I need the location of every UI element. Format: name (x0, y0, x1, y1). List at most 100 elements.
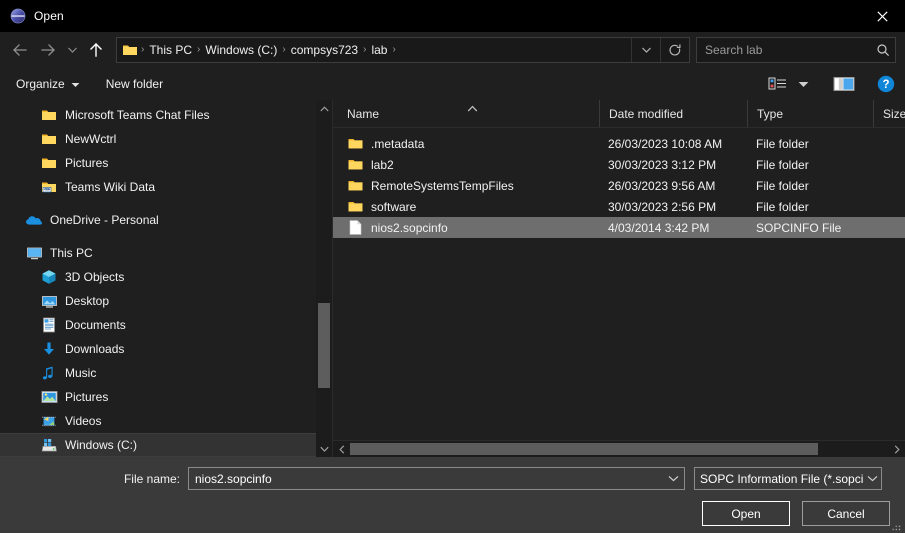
address-history-dropdown[interactable] (631, 38, 660, 62)
table-row-selected[interactable]: nios2.sopcinfo 4/03/2014 3:42 PM SOPCINF… (333, 217, 905, 238)
this-pc-monitor-icon (25, 244, 43, 262)
file-name-cell: .metadata (333, 136, 599, 152)
scroll-right-arrow[interactable] (888, 441, 905, 457)
sidebar-item-label: Windows (C:) (65, 438, 138, 452)
file-type-cell: File folder (756, 199, 809, 214)
table-row[interactable]: lab2 30/03/2023 3:12 PM File folder (333, 154, 905, 175)
new-folder-label: New folder (105, 77, 164, 91)
column-header-size[interactable]: Size (873, 100, 905, 127)
folder-icon (40, 130, 58, 148)
breadcrumb-separator: › (392, 44, 396, 55)
column-label: Size (883, 106, 905, 121)
sidebar-item-music[interactable]: Music (0, 361, 332, 385)
column-header-type[interactable]: Type (747, 100, 873, 127)
sidebar-item-label: Documents (65, 318, 126, 332)
recent-locations-button[interactable] (62, 35, 82, 65)
file-name-row: File name: nios2.sopcinfo SOPC Informati… (0, 467, 905, 490)
scroll-left-arrow[interactable] (333, 441, 350, 457)
breadcrumb-item-compsys723[interactable]: compsys723 (287, 41, 362, 59)
change-view-dropdown[interactable] (794, 72, 813, 96)
file-date-cell: 4/03/2014 3:42 PM (608, 220, 710, 235)
file-name-input[interactable]: nios2.sopcinfo (188, 467, 685, 490)
scroll-down-arrow[interactable] (316, 440, 332, 457)
file-type-select[interactable]: SOPC Information File (*.sopcir (694, 467, 882, 490)
table-row[interactable]: software 30/03/2023 2:56 PM File folder (333, 196, 905, 217)
breadcrumb-item-lab[interactable]: lab (367, 41, 391, 59)
sidebar-item-pictures[interactable]: Pictures (0, 385, 332, 409)
scrollbar-track[interactable] (350, 441, 888, 457)
close-window-button[interactable] (859, 0, 905, 32)
scroll-up-arrow[interactable] (316, 100, 332, 117)
videos-icon (40, 412, 58, 430)
sidebar-item-videos[interactable]: Videos (0, 409, 332, 433)
back-button[interactable] (6, 35, 34, 65)
show-preview-pane-button[interactable] (829, 72, 859, 96)
sidebar-item-label: OneDrive - Personal (50, 213, 159, 227)
dialog-body: Microsoft Teams Chat Files NewWctrl Pict… (0, 100, 905, 457)
cancel-button[interactable]: Cancel (802, 501, 890, 526)
sidebar-item-this-pc[interactable]: This PC (0, 241, 332, 265)
column-header-name[interactable]: Name (333, 100, 599, 127)
open-file-dialog: Open › This PC › Windows (C:) › compsys7… (0, 0, 905, 533)
sidebar-item-desktop[interactable]: Desktop (0, 289, 332, 313)
folder-icon (347, 199, 363, 215)
search-input[interactable]: Search lab (697, 43, 871, 57)
sidebar-item-windows-c[interactable]: Windows (C:) (0, 433, 332, 457)
folder-icon (40, 154, 58, 172)
file-name-value[interactable]: nios2.sopcinfo (189, 472, 662, 486)
file-name: software (371, 199, 417, 214)
music-note-icon (40, 364, 58, 382)
column-label: Date modified (609, 106, 684, 121)
address-bar[interactable]: › This PC › Windows (C:) › compsys723 › … (116, 37, 690, 63)
scrollbar-thumb[interactable] (318, 303, 330, 388)
file-name: .metadata (371, 136, 425, 151)
sidebar-item-3d-objects[interactable]: 3D Objects (0, 265, 332, 289)
table-row[interactable]: .metadata 26/03/2023 10:08 AM File folde… (333, 133, 905, 154)
file-type-cell: File folder (756, 157, 809, 172)
sidebar-item-microsoft-teams-chat-files[interactable]: Microsoft Teams Chat Files (0, 103, 332, 127)
breadcrumb-item-this-pc[interactable]: This PC (145, 41, 196, 59)
file-name-label: File name: (123, 471, 180, 486)
file-date-cell: 26/03/2023 9:56 AM (608, 178, 716, 193)
table-row[interactable]: RemoteSystemsTempFiles 26/03/2023 9:56 A… (333, 175, 905, 196)
local-disk-icon (40, 436, 58, 454)
sidebar-item-onedrive-personal[interactable]: OneDrive - Personal (0, 208, 332, 232)
file-type-cell: SOPCINFO File (756, 220, 842, 235)
help-button[interactable]: ? (873, 72, 899, 96)
folder-icon (347, 136, 363, 152)
sidebar-item-pictures-teams[interactable]: Pictures (0, 151, 332, 175)
file-name-dropdown-button[interactable] (662, 475, 684, 482)
sidebar-item-teams-wiki-data[interactable]: Teams Wiki Data (0, 175, 332, 199)
refresh-icon[interactable] (660, 38, 689, 62)
file-list-pane: Name Date modified Type Size .metadata 2… (333, 100, 905, 457)
forward-button[interactable] (34, 35, 62, 65)
column-label: Type (757, 106, 784, 121)
navigation-tree: Microsoft Teams Chat Files NewWctrl Pict… (0, 100, 332, 457)
up-button[interactable] (82, 35, 110, 65)
navigation-pane-scrollbar[interactable] (316, 100, 332, 457)
search-icon (871, 43, 895, 57)
sidebar-item-label: Music (65, 366, 97, 380)
navigation-bar: › This PC › Windows (C:) › compsys723 › … (0, 32, 905, 68)
sidebar-item-newwctrl[interactable]: NewWctrl (0, 127, 332, 151)
file-list-horizontal-scrollbar[interactable] (333, 440, 905, 457)
open-button[interactable]: Open (702, 501, 790, 526)
scrollbar-thumb[interactable] (350, 443, 819, 455)
dialog-buttons: Open Cancel (702, 501, 890, 526)
sidebar-item-documents[interactable]: Documents (0, 313, 332, 337)
file-type-dropdown-button[interactable] (863, 475, 881, 482)
change-view-button[interactable] (764, 72, 792, 96)
nav-group-gap (0, 199, 332, 208)
organize-button[interactable]: Organize (10, 72, 86, 96)
file-name: nios2.sopcinfo (371, 220, 448, 235)
file-rows: .metadata 26/03/2023 10:08 AM File folde… (333, 128, 905, 238)
sidebar-item-label: 3D Objects (65, 270, 125, 284)
breadcrumb-item-windows-c[interactable]: Windows (C:) (201, 41, 281, 59)
downloads-arrow-icon (40, 340, 58, 358)
column-header-row: Name Date modified Type Size (333, 100, 905, 128)
search-box[interactable]: Search lab (696, 37, 896, 63)
resize-grip[interactable] (890, 519, 902, 531)
sidebar-item-downloads[interactable]: Downloads (0, 337, 332, 361)
new-folder-button[interactable]: New folder (100, 72, 169, 96)
column-header-date-modified[interactable]: Date modified (599, 100, 747, 127)
